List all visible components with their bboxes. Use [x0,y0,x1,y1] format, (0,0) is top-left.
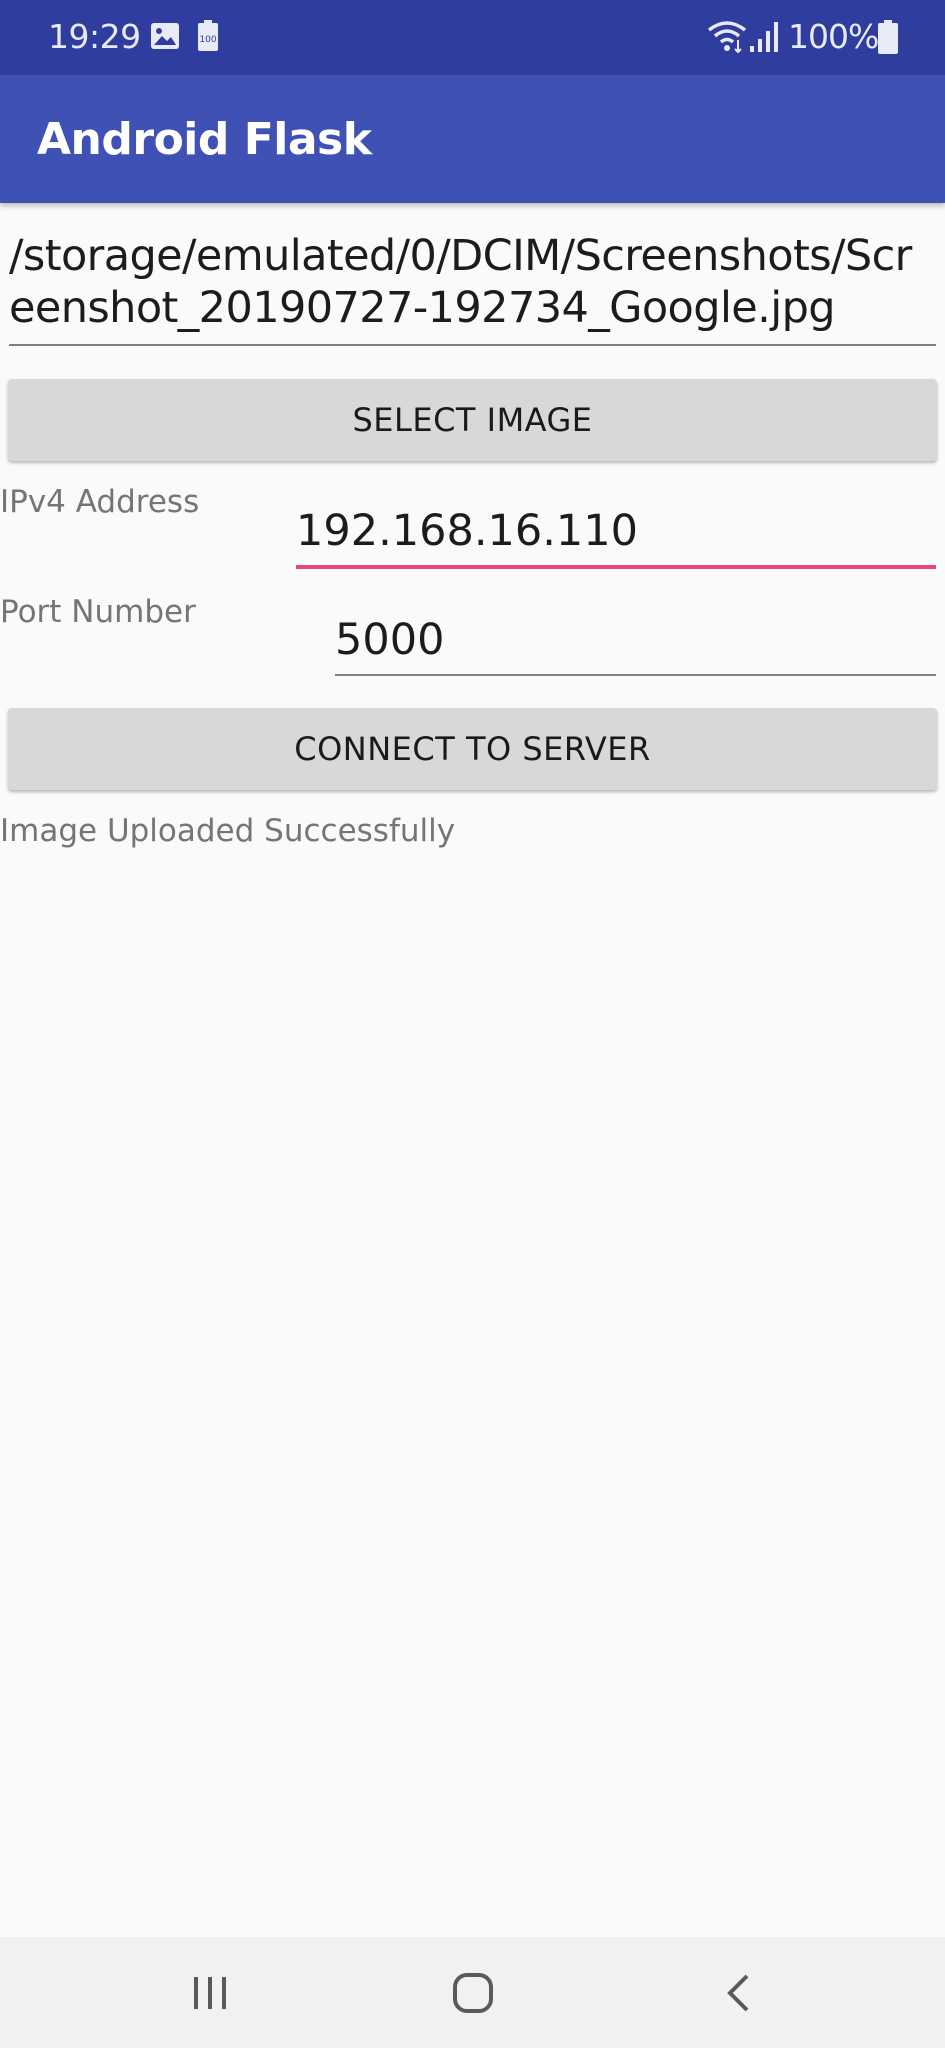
battery-saver-icon: 100 [198,20,218,51]
svg-text:100: 100 [199,35,216,45]
back-button[interactable] [638,1937,838,2048]
connect-to-server-button[interactable]: CONNECT TO SERVER [8,708,937,790]
port-number-label: Port Number [0,594,196,630]
recent-apps-button[interactable] [110,1937,310,2048]
status-bar: 19:29 100 100% [0,0,945,75]
navigation-bar [0,1937,945,2048]
status-time: 19:29 [48,17,141,56]
signal-icon [750,22,778,52]
select-image-button[interactable]: SELECT IMAGE [8,379,937,461]
port-number-underline [335,674,936,676]
wifi-icon [707,21,747,54]
ip-address-underline [296,565,936,569]
gallery-icon [151,23,179,49]
image-path-field[interactable]: /storage/emulated/0/DCIM/Screenshots/Scr… [9,230,936,346]
port-number-field[interactable] [335,614,936,676]
upload-status-message: Image Uploaded Successfully [0,813,456,849]
port-number-input[interactable] [335,614,936,666]
battery-icon [878,20,898,54]
back-icon [727,1974,749,2011]
app-bar: Android Flask [0,75,945,203]
ip-address-field[interactable] [296,505,936,569]
image-path-underline [9,344,936,346]
recent-apps-icon [194,1976,226,2009]
home-icon [453,1972,493,2013]
ip-address-label: IPv4 Address [0,484,200,520]
ip-address-input[interactable] [296,505,936,557]
battery-percentage: 100% [788,17,879,56]
app-title: Android Flask [37,114,372,165]
home-button[interactable] [373,1937,573,2048]
image-path-text[interactable]: /storage/emulated/0/DCIM/Screenshots/Scr… [9,230,936,334]
